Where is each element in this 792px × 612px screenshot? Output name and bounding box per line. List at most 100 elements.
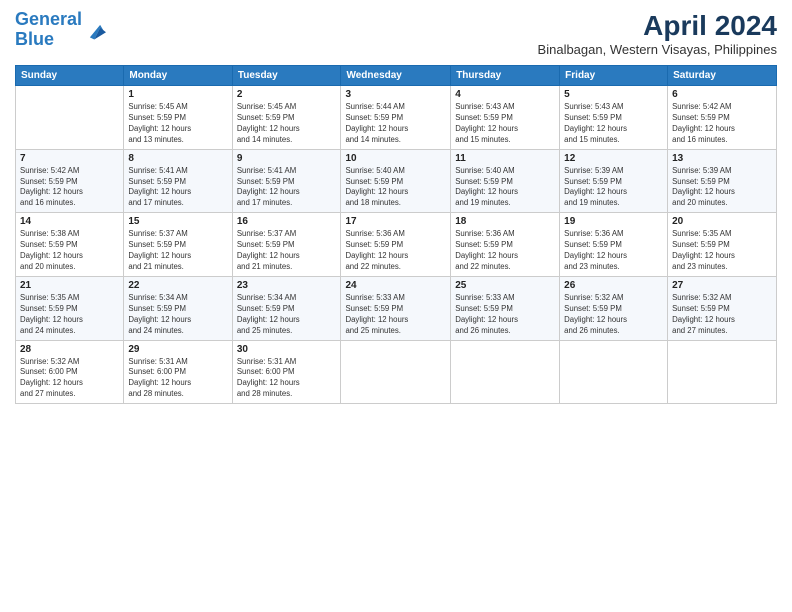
day-number: 13 (672, 153, 772, 164)
logo-text: General Blue (15, 10, 82, 50)
calendar-cell: 10 Sunrise: 5:40 AM Sunset: 5:59 PM Dayli… (341, 149, 451, 213)
day-number: 28 (20, 344, 119, 355)
month-year: April 2024 (538, 10, 777, 42)
day-info: Sunrise: 5:41 AM Sunset: 5:59 PM Dayligh… (128, 166, 227, 210)
calendar-cell: 9 Sunrise: 5:41 AM Sunset: 5:59 PM Daylig… (232, 149, 341, 213)
calendar-cell: 13 Sunrise: 5:39 AM Sunset: 5:59 PM Dayli… (668, 149, 777, 213)
day-info: Sunrise: 5:40 AM Sunset: 5:59 PM Dayligh… (455, 166, 555, 210)
day-info: Sunrise: 5:31 AM Sunset: 6:00 PM Dayligh… (237, 357, 337, 401)
calendar-cell: 18 Sunrise: 5:36 AM Sunset: 5:59 PM Dayli… (451, 213, 560, 277)
weekday-header-friday: Friday (560, 66, 668, 86)
day-info: Sunrise: 5:42 AM Sunset: 5:59 PM Dayligh… (20, 166, 119, 210)
day-info: Sunrise: 5:36 AM Sunset: 5:59 PM Dayligh… (345, 229, 446, 273)
day-number: 29 (128, 344, 227, 355)
calendar-cell (451, 340, 560, 404)
logo-general: General (15, 9, 82, 29)
day-info: Sunrise: 5:34 AM Sunset: 5:59 PM Dayligh… (128, 293, 227, 337)
weekday-header-thursday: Thursday (451, 66, 560, 86)
day-info: Sunrise: 5:43 AM Sunset: 5:59 PM Dayligh… (564, 102, 663, 146)
weekday-header-monday: Monday (124, 66, 232, 86)
day-number: 7 (20, 153, 119, 164)
day-info: Sunrise: 5:43 AM Sunset: 5:59 PM Dayligh… (455, 102, 555, 146)
calendar-cell: 6 Sunrise: 5:42 AM Sunset: 5:59 PM Daylig… (668, 86, 777, 150)
calendar-table: SundayMondayTuesdayWednesdayThursdayFrid… (15, 65, 777, 404)
weekday-header-row: SundayMondayTuesdayWednesdayThursdayFrid… (16, 66, 777, 86)
week-row-4: 21Sunrise: 5:35 AM Sunset: 5:59 PM Dayli… (16, 276, 777, 340)
day-info: Sunrise: 5:36 AM Sunset: 5:59 PM Dayligh… (455, 229, 555, 273)
calendar-cell: 17 Sunrise: 5:36 AM Sunset: 5:59 PM Dayli… (341, 213, 451, 277)
day-number: 2 (237, 89, 337, 100)
calendar-cell: 25Sunrise: 5:33 AM Sunset: 5:59 PM Dayli… (451, 276, 560, 340)
day-info: Sunrise: 5:39 AM Sunset: 5:59 PM Dayligh… (672, 166, 772, 210)
weekday-header-saturday: Saturday (668, 66, 777, 86)
day-number: 30 (237, 344, 337, 355)
day-info: Sunrise: 5:44 AM Sunset: 5:59 PM Dayligh… (345, 102, 446, 146)
calendar-cell: 4 Sunrise: 5:43 AM Sunset: 5:59 PM Daylig… (451, 86, 560, 150)
calendar-cell: 2 Sunrise: 5:45 AM Sunset: 5:59 PM Daylig… (232, 86, 341, 150)
calendar-cell: 11 Sunrise: 5:40 AM Sunset: 5:59 PM Dayli… (451, 149, 560, 213)
day-info: Sunrise: 5:45 AM Sunset: 5:59 PM Dayligh… (128, 102, 227, 146)
day-number: 21 (20, 280, 119, 291)
day-info: Sunrise: 5:31 AM Sunset: 6:00 PM Dayligh… (128, 357, 227, 401)
location: Binalbagan, Western Visayas, Philippines (538, 42, 777, 57)
day-info: Sunrise: 5:36 AM Sunset: 5:59 PM Dayligh… (564, 229, 663, 273)
calendar-cell: 5 Sunrise: 5:43 AM Sunset: 5:59 PM Daylig… (560, 86, 668, 150)
day-info: Sunrise: 5:37 AM Sunset: 5:59 PM Dayligh… (128, 229, 227, 273)
calendar-cell: 19Sunrise: 5:36 AM Sunset: 5:59 PM Dayli… (560, 213, 668, 277)
calendar-cell: 28Sunrise: 5:32 AM Sunset: 6:00 PM Dayli… (16, 340, 124, 404)
day-info: Sunrise: 5:35 AM Sunset: 5:59 PM Dayligh… (672, 229, 772, 273)
day-info: Sunrise: 5:33 AM Sunset: 5:59 PM Dayligh… (345, 293, 446, 337)
day-number: 22 (128, 280, 227, 291)
calendar-cell: 14 Sunrise: 5:38 AM Sunset: 5:59 PM Dayli… (16, 213, 124, 277)
calendar-cell (16, 86, 124, 150)
day-number: 12 (564, 153, 663, 164)
logo-blue: Blue (15, 29, 54, 49)
week-row-3: 14 Sunrise: 5:38 AM Sunset: 5:59 PM Dayli… (16, 213, 777, 277)
calendar-cell: 8Sunrise: 5:41 AM Sunset: 5:59 PM Daylig… (124, 149, 232, 213)
day-number: 27 (672, 280, 772, 291)
day-number: 17 (345, 216, 446, 227)
day-number: 20 (672, 216, 772, 227)
calendar-cell: 3Sunrise: 5:44 AM Sunset: 5:59 PM Daylig… (341, 86, 451, 150)
calendar-cell: 16Sunrise: 5:37 AM Sunset: 5:59 PM Dayli… (232, 213, 341, 277)
weekday-header-sunday: Sunday (16, 66, 124, 86)
day-number: 4 (455, 89, 555, 100)
calendar-cell (341, 340, 451, 404)
calendar-cell: 7 Sunrise: 5:42 AM Sunset: 5:59 PM Daylig… (16, 149, 124, 213)
logo-icon (84, 19, 106, 41)
calendar-cell: 20 Sunrise: 5:35 AM Sunset: 5:59 PM Dayli… (668, 213, 777, 277)
day-number: 10 (345, 153, 446, 164)
week-row-2: 7 Sunrise: 5:42 AM Sunset: 5:59 PM Daylig… (16, 149, 777, 213)
day-number: 11 (455, 153, 555, 164)
calendar-cell (560, 340, 668, 404)
day-number: 14 (20, 216, 119, 227)
day-info: Sunrise: 5:38 AM Sunset: 5:59 PM Dayligh… (20, 229, 119, 273)
day-number: 9 (237, 153, 337, 164)
day-info: Sunrise: 5:45 AM Sunset: 5:59 PM Dayligh… (237, 102, 337, 146)
logo: General Blue (15, 10, 106, 50)
day-info: Sunrise: 5:40 AM Sunset: 5:59 PM Dayligh… (345, 166, 446, 210)
calendar-cell: 27Sunrise: 5:32 AM Sunset: 5:59 PM Dayli… (668, 276, 777, 340)
header: General Blue April 2024 Binalbagan, West… (15, 10, 777, 57)
day-info: Sunrise: 5:42 AM Sunset: 5:59 PM Dayligh… (672, 102, 772, 146)
calendar-cell: 21Sunrise: 5:35 AM Sunset: 5:59 PM Dayli… (16, 276, 124, 340)
weekday-header-tuesday: Tuesday (232, 66, 341, 86)
day-number: 18 (455, 216, 555, 227)
calendar-cell: 22 Sunrise: 5:34 AM Sunset: 5:59 PM Dayli… (124, 276, 232, 340)
day-info: Sunrise: 5:37 AM Sunset: 5:59 PM Dayligh… (237, 229, 337, 273)
day-info: Sunrise: 5:33 AM Sunset: 5:59 PM Dayligh… (455, 293, 555, 337)
day-number: 26 (564, 280, 663, 291)
day-info: Sunrise: 5:39 AM Sunset: 5:59 PM Dayligh… (564, 166, 663, 210)
week-row-1: 1Sunrise: 5:45 AM Sunset: 5:59 PM Daylig… (16, 86, 777, 150)
day-number: 6 (672, 89, 772, 100)
calendar-cell: 15 Sunrise: 5:37 AM Sunset: 5:59 PM Dayli… (124, 213, 232, 277)
week-row-5: 28Sunrise: 5:32 AM Sunset: 6:00 PM Dayli… (16, 340, 777, 404)
calendar-cell: 12 Sunrise: 5:39 AM Sunset: 5:59 PM Dayli… (560, 149, 668, 213)
day-number: 23 (237, 280, 337, 291)
title-block: April 2024 Binalbagan, Western Visayas, … (538, 10, 777, 57)
day-info: Sunrise: 5:41 AM Sunset: 5:59 PM Dayligh… (237, 166, 337, 210)
day-number: 24 (345, 280, 446, 291)
day-number: 5 (564, 89, 663, 100)
calendar-cell: 30 Sunrise: 5:31 AM Sunset: 6:00 PM Dayli… (232, 340, 341, 404)
day-number: 15 (128, 216, 227, 227)
